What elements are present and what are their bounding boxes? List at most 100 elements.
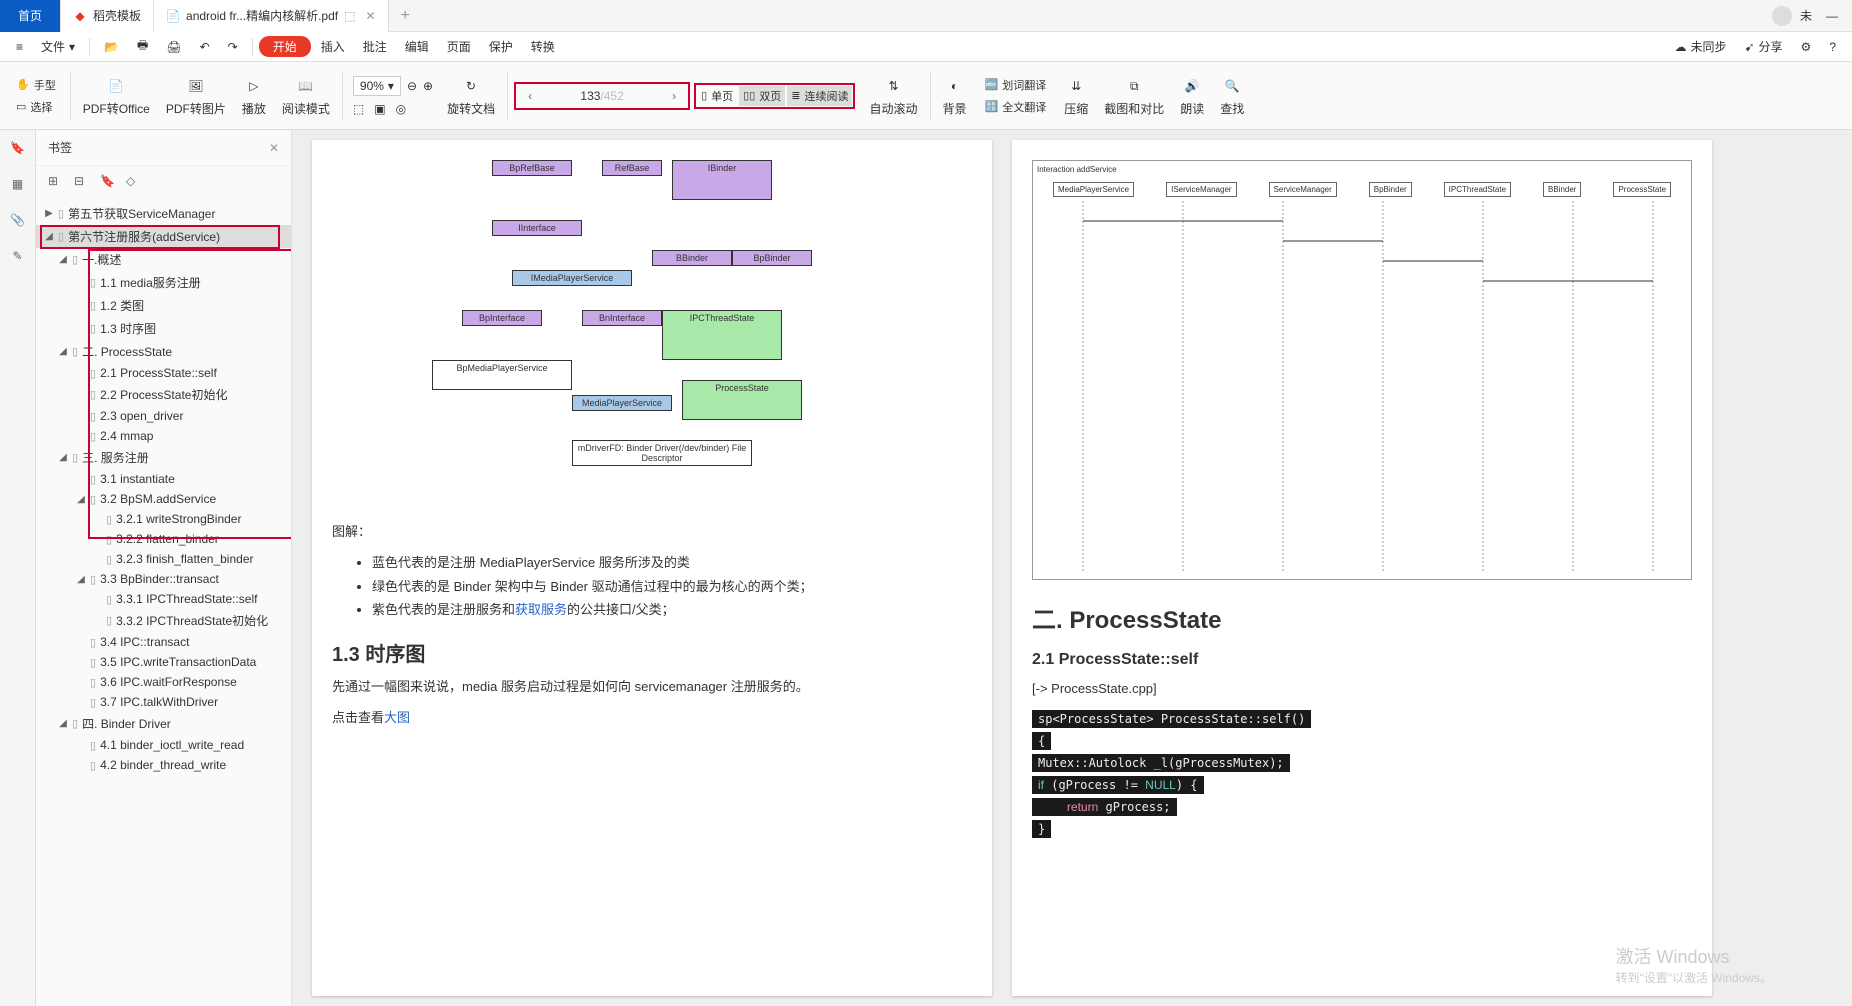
menu-page[interactable]: 页面 xyxy=(439,34,479,59)
tree-item[interactable]: ◢▯第六节注册服务(addService) xyxy=(36,225,291,248)
tree-item[interactable]: ▯4.2 binder_thread_write xyxy=(36,755,291,775)
heading-processstate: 二. ProcessState xyxy=(1032,600,1692,635)
tab-document[interactable]: 📄 android fr...精编内核解析.pdf ⬚ ✕ xyxy=(154,0,388,32)
tree-item[interactable]: ▯2.4 mmap xyxy=(36,426,291,446)
tree-item[interactable]: ◢▯一.概述 xyxy=(36,248,291,271)
expand-all-icon[interactable]: ⊞ xyxy=(48,174,64,190)
tree-item[interactable]: ◢▯四. Binder Driver xyxy=(36,712,291,735)
zoom-select[interactable]: 90% ▾ xyxy=(353,76,401,96)
tree-item[interactable]: ▯4.1 binder_ioctl_write_read xyxy=(36,735,291,755)
open-icon[interactable]: 📂 xyxy=(96,36,127,58)
page-prev-icon[interactable]: ‹ xyxy=(518,89,542,103)
select-tool[interactable]: ▭ 选择 xyxy=(12,97,56,117)
tree-item[interactable]: ◢▯二. ProcessState xyxy=(36,340,291,363)
sync-status[interactable]: ☁ 未同步 xyxy=(1666,34,1734,59)
compress[interactable]: ⇊压缩 xyxy=(1058,74,1094,117)
code-line: { xyxy=(1032,732,1051,750)
double-page[interactable]: ▯▯ 双页 xyxy=(739,86,785,106)
actual-size-icon[interactable]: ◎ xyxy=(396,102,406,116)
hamburger-icon[interactable]: ≡ xyxy=(8,36,31,58)
fit-width-icon[interactable]: ⬚ xyxy=(353,102,364,116)
menu-file[interactable]: 文件 ▾ xyxy=(33,34,83,59)
bookmark-panel-icon[interactable]: 🔖 xyxy=(8,138,28,158)
tree-item[interactable]: ▯3.4 IPC::transact xyxy=(36,632,291,652)
menu-review[interactable]: 批注 xyxy=(355,34,395,59)
bookmark-add-icon[interactable]: 🔖 xyxy=(100,174,116,190)
tree-item[interactable]: ▯3.3.2 IPCThreadState初始化 xyxy=(36,609,291,632)
notes-panel-icon[interactable]: ✎ xyxy=(8,246,28,266)
read-mode[interactable]: 📖阅读模式 xyxy=(276,74,336,117)
print-icon[interactable]: 🖶 xyxy=(129,32,156,61)
tree-item[interactable]: ▯3.7 IPC.talkWithDriver xyxy=(36,692,291,712)
fit-page-icon[interactable]: ▣ xyxy=(374,102,385,116)
save-icon[interactable]: 🖨 xyxy=(158,36,189,58)
rotate-button[interactable]: ↻旋转文档 xyxy=(441,74,501,117)
autoscroll[interactable]: ⇅自动滚动 xyxy=(863,74,923,117)
tree-item[interactable]: ▯3.2.3 finish_flatten_binder xyxy=(36,549,291,569)
tree-item[interactable]: ▯2.2 ProcessState初始化 xyxy=(36,383,291,406)
tab-pin-icon[interactable]: ⬚ xyxy=(344,9,355,23)
pdf-to-img[interactable]: 🖼PDF转图片 xyxy=(160,74,232,117)
tree-item[interactable]: ▯3.6 IPC.waitForResponse xyxy=(36,672,291,692)
tree-item[interactable]: ▯3.5 IPC.writeTransactionData xyxy=(36,652,291,672)
menu-insert[interactable]: 插入 xyxy=(313,34,353,59)
pdf-to-office[interactable]: 📄PDF转Office xyxy=(77,74,156,117)
tree-item[interactable]: ▯2.3 open_driver xyxy=(36,406,291,426)
seq-desc: 先通过一幅图来说说，media 服务启动过程是如何向 servicemanage… xyxy=(332,675,972,698)
undo-icon[interactable]: ↶ xyxy=(192,36,218,58)
tab-add-button[interactable]: + xyxy=(389,7,422,25)
tree-item[interactable]: ▶▯第五节获取ServiceManager xyxy=(36,202,291,225)
tree-item[interactable]: ▯3.2.1 writeStrongBinder xyxy=(36,509,291,529)
sidebar-close-icon[interactable]: ✕ xyxy=(269,141,279,155)
page-input[interactable]: 133/452 xyxy=(542,89,662,103)
pdf-icon: 📄 xyxy=(166,9,180,23)
word-translate[interactable]: 🔤 划词翻译 xyxy=(981,75,1051,95)
full-translate[interactable]: 🔠 全文翻译 xyxy=(981,97,1051,117)
single-page[interactable]: ▯ 单页 xyxy=(697,86,737,106)
background[interactable]: ◐背景 xyxy=(937,74,973,117)
redo-icon[interactable]: ↷ xyxy=(220,36,246,58)
thumbnail-panel-icon[interactable]: ▦ xyxy=(8,174,28,194)
tree-item[interactable]: ▯1.3 时序图 xyxy=(36,317,291,340)
menu-protect[interactable]: 保护 xyxy=(481,34,521,59)
file-path: [-> ProcessState.cpp] xyxy=(1032,677,1692,700)
page-next-icon[interactable]: › xyxy=(662,89,686,103)
read-aloud[interactable]: 🔊朗读 xyxy=(1174,74,1210,117)
tree-item[interactable]: ▯1.2 类图 xyxy=(36,294,291,317)
collapse-all-icon[interactable]: ⊟ xyxy=(74,174,90,190)
get-service-link[interactable]: 获取服务 xyxy=(515,602,567,617)
play-button[interactable]: ▷播放 xyxy=(236,74,272,117)
menu-edit[interactable]: 编辑 xyxy=(397,34,437,59)
menu-convert[interactable]: 转换 xyxy=(523,34,563,59)
zoom-in-icon[interactable]: ⊕ xyxy=(423,79,433,93)
tree-item[interactable]: ▯3.2.2 flatten_binder xyxy=(36,529,291,549)
tab-templates[interactable]: ◆ 稻壳模板 xyxy=(61,0,154,32)
settings-icon[interactable]: ⚙ xyxy=(1793,36,1820,58)
heading-ps-self: 2.1 ProcessState::self xyxy=(1032,651,1692,669)
tree-item[interactable]: ▯3.1 instantiate xyxy=(36,469,291,489)
tree-item[interactable]: ◢▯3.2 BpSM.addService xyxy=(36,489,291,509)
tree-item[interactable]: ▯2.1 ProcessState::self xyxy=(36,363,291,383)
zoom-out-icon[interactable]: ⊖ xyxy=(407,79,417,93)
sidebar-title: 书签 xyxy=(48,139,72,156)
tree-item[interactable]: ◢▯三. 服务注册 xyxy=(36,446,291,469)
attachment-panel-icon[interactable]: 📎 xyxy=(8,210,28,230)
big-image-link[interactable]: 大图 xyxy=(384,710,410,725)
user-name: 未 xyxy=(1800,7,1812,24)
tree-item[interactable]: ◢▯3.3 BpBinder::transact xyxy=(36,569,291,589)
help-icon[interactable]: ? xyxy=(1821,36,1844,58)
hand-tool[interactable]: ✋ 手型 xyxy=(12,75,60,95)
compare[interactable]: ⧉截图和对比 xyxy=(1098,74,1170,117)
menu-start[interactable]: 开始 xyxy=(259,36,311,57)
tree-item[interactable]: ▯3.3.1 IPCThreadState::self xyxy=(36,589,291,609)
window-minimize-icon[interactable]: — xyxy=(1820,9,1844,23)
avatar[interactable] xyxy=(1772,6,1792,26)
share-button[interactable]: ➹ 分享 xyxy=(1736,34,1790,59)
continuous-read[interactable]: ≣ 连续阅读 xyxy=(787,86,852,106)
template-icon: ◆ xyxy=(73,9,87,23)
bookmark-outline-icon[interactable]: ◇ xyxy=(126,174,142,190)
tab-close-icon[interactable]: ✕ xyxy=(365,9,375,23)
tree-item[interactable]: ▯1.1 media服务注册 xyxy=(36,271,291,294)
tab-home[interactable]: 首页 xyxy=(0,0,61,32)
find[interactable]: 🔍查找 xyxy=(1214,74,1250,117)
